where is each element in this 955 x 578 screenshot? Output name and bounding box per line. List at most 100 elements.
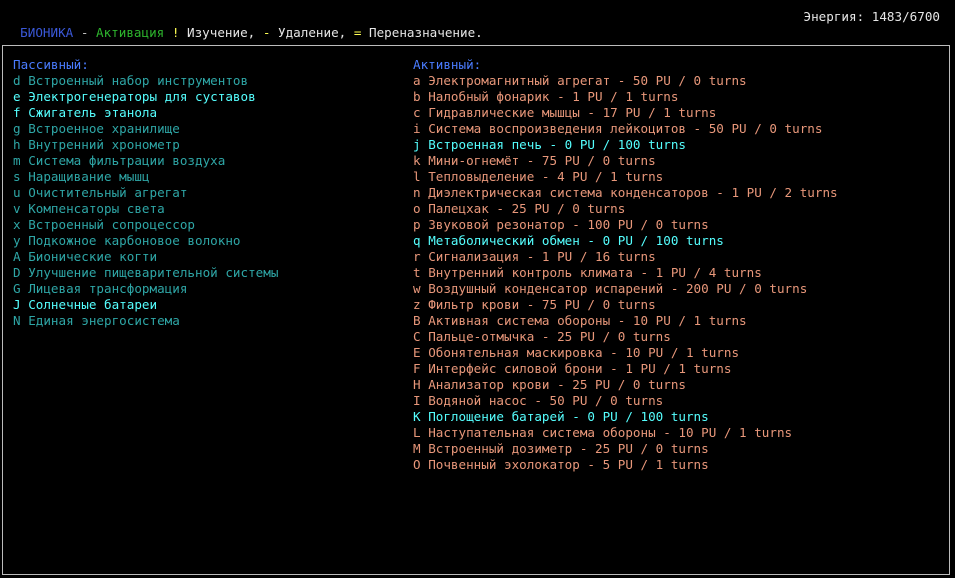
active-item-key: r [413, 249, 421, 264]
passive-item-label: Сжигатель этанола [28, 105, 158, 120]
passive-item-label: Встроенный сопроцессор [28, 217, 195, 232]
passive-item-label: Электрогенераторы для суставов [28, 89, 256, 104]
active-item-label: Пальце-отмычка - 25 PU / 0 turns [428, 329, 671, 344]
passive-item-key: e [13, 89, 21, 104]
menu-title: БИОНИКА [20, 25, 74, 40]
passive-item-u[interactable]: u Очистительный агрегат [13, 185, 278, 201]
passive-item-key: x [13, 217, 21, 232]
active-item-label: Наступательная система обороны - 10 PU /… [428, 425, 793, 440]
passive-item-N[interactable]: N Единая энергосистема [13, 313, 278, 329]
passive-item-key: D [13, 265, 21, 280]
active-item-E[interactable]: E Обонятельная маскировка - 10 PU / 1 tu… [413, 345, 838, 361]
passive-item-key: v [13, 201, 21, 216]
active-item-label: Обонятельная маскировка - 10 PU / 1 turn… [428, 345, 740, 360]
active-item-r[interactable]: r Сигнализация - 1 PU / 16 turns [413, 249, 838, 265]
active-item-key: K [413, 409, 421, 424]
active-item-label: Активная система обороны - 10 PU / 1 tur… [428, 313, 747, 328]
passive-item-label: Лицевая трансформация [28, 281, 188, 296]
active-item-key: p [413, 217, 421, 232]
active-item-key: z [413, 297, 421, 312]
active-item-M[interactable]: M Встроенный дозиметр - 25 PU / 0 turns [413, 441, 838, 457]
active-item-label: Воздушный конденсатор испарений - 200 PU… [428, 281, 808, 296]
active-item-o[interactable]: o Палецхак - 25 PU / 0 turns [413, 201, 838, 217]
passive-header: Пассивный: [13, 57, 89, 72]
active-item-b[interactable]: b Налобный фонарик - 1 PU / 1 turns [413, 89, 838, 105]
passive-item-key: A [13, 249, 21, 264]
active-item-z[interactable]: z Фильтр крови - 75 PU / 0 turns [413, 297, 838, 313]
active-item-j[interactable]: j Встроенная печь - 0 PU / 100 turns [413, 137, 838, 153]
passive-item-A[interactable]: A Бионические когти [13, 249, 278, 265]
passive-list: d Встроенный набор инструментов e Электро… [13, 73, 278, 329]
passive-item-key: y [13, 233, 21, 248]
passive-item-y[interactable]: y Подкожное карбоновое волокно [13, 233, 278, 249]
active-item-key: t [413, 265, 421, 280]
active-item-c[interactable]: c Гидравлические мышцы - 17 PU / 1 turns [413, 105, 838, 121]
passive-item-label: Внутренний хронометр [28, 137, 180, 152]
active-item-key: l [413, 169, 421, 184]
passive-item-e[interactable]: e Электрогенераторы для суставов [13, 89, 278, 105]
active-item-key: L [413, 425, 421, 440]
active-item-key: j [413, 137, 421, 152]
passive-item-s[interactable]: s Наращивание мышц [13, 169, 278, 185]
active-item-t[interactable]: t Внутренний контроль климата - 1 PU / 4… [413, 265, 838, 281]
passive-item-m[interactable]: m Система фильтрации воздуха [13, 153, 278, 169]
passive-item-label: Единая энергосистема [28, 313, 180, 328]
passive-item-label: Солнечные батареи [28, 297, 158, 312]
active-item-k[interactable]: k Мини-огнемёт - 75 PU / 0 turns [413, 153, 838, 169]
active-item-key: n [413, 185, 421, 200]
passive-item-J[interactable]: J Солнечные батареи [13, 297, 278, 313]
passive-item-key: N [13, 313, 21, 328]
passive-item-key: h [13, 137, 21, 152]
passive-item-label: Встроенное хранилище [28, 121, 180, 136]
title-separator: - [73, 25, 96, 40]
passive-item-f[interactable]: f Сжигатель этанола [13, 105, 278, 121]
active-item-H[interactable]: H Анализатор крови - 25 PU / 0 turns [413, 377, 838, 393]
passive-item-key: g [13, 121, 21, 136]
active-item-label: Анализатор крови - 25 PU / 0 turns [428, 377, 686, 392]
active-item-key: B [413, 313, 421, 328]
passive-column: Пассивный: d Встроенный набор инструмент… [13, 57, 278, 329]
active-item-l[interactable]: l Тепловыделение - 4 PU / 1 turns [413, 169, 838, 185]
active-item-O[interactable]: O Почвенный эхолокатор - 5 PU / 1 turns [413, 457, 838, 473]
active-item-label: Гидравлические мышцы - 17 PU / 1 turns [428, 105, 717, 120]
passive-item-h[interactable]: h Внутренний хронометр [13, 137, 278, 153]
active-item-key: k [413, 153, 421, 168]
active-item-key: c [413, 105, 421, 120]
active-item-label: Палецхак - 25 PU / 0 turns [428, 201, 626, 216]
active-item-label: Система воспроизведения лейкоцитов - 50 … [428, 121, 823, 136]
active-item-i[interactable]: i Система воспроизведения лейкоцитов - 5… [413, 121, 838, 137]
active-item-C[interactable]: C Пальце-отмычка - 25 PU / 0 turns [413, 329, 838, 345]
active-item-label: Звуковой резонатор - 100 PU / 0 turns [428, 217, 709, 232]
active-item-n[interactable]: n Диэлектрическая система конденсаторов … [413, 185, 838, 201]
passive-item-g[interactable]: g Встроенное хранилище [13, 121, 278, 137]
active-item-key: w [413, 281, 421, 296]
active-item-key: O [413, 457, 421, 472]
active-item-a[interactable]: a Электромагнитный агрегат - 50 PU / 0 t… [413, 73, 838, 89]
passive-item-key: f [13, 105, 21, 120]
active-item-key: o [413, 201, 421, 216]
passive-item-x[interactable]: x Встроенный сопроцессор [13, 217, 278, 233]
active-item-B[interactable]: B Активная система обороны - 10 PU / 1 t… [413, 313, 838, 329]
active-item-q[interactable]: q Метаболический обмен - 0 PU / 100 turn… [413, 233, 838, 249]
active-item-key: M [413, 441, 421, 456]
passive-item-label: Бионические когти [28, 249, 158, 264]
active-item-label: Фильтр крови - 75 PU / 0 turns [428, 297, 656, 312]
active-item-L[interactable]: L Наступательная система обороны - 10 PU… [413, 425, 838, 441]
active-item-label: Встроенный дозиметр - 25 PU / 0 turns [428, 441, 709, 456]
passive-item-key: G [13, 281, 21, 296]
passive-item-label: Очистительный агрегат [28, 185, 188, 200]
passive-item-label: Система фильтрации воздуха [28, 153, 226, 168]
active-item-key: i [413, 121, 421, 136]
passive-item-label: Улучшение пищеварительной системы [28, 265, 279, 280]
passive-item-D[interactable]: D Улучшение пищеварительной системы [13, 265, 278, 281]
passive-item-G[interactable]: G Лицевая трансформация [13, 281, 278, 297]
passive-item-d[interactable]: d Встроенный набор инструментов [13, 73, 278, 89]
active-item-w[interactable]: w Воздушный конденсатор испарений - 200 … [413, 281, 838, 297]
active-item-F[interactable]: F Интерфейс силовой брони - 1 PU / 1 tur… [413, 361, 838, 377]
active-item-K[interactable]: K Поглощение батарей - 0 PU / 100 turns [413, 409, 838, 425]
active-item-I[interactable]: I Водяной насос - 50 PU / 0 turns [413, 393, 838, 409]
passive-item-v[interactable]: v Компенсаторы света [13, 201, 278, 217]
active-item-label: Внутренний контроль климата - 1 PU / 4 t… [428, 265, 762, 280]
active-item-label: Метаболический обмен - 0 PU / 100 turns [428, 233, 724, 248]
active-item-p[interactable]: p Звуковой резонатор - 100 PU / 0 turns [413, 217, 838, 233]
